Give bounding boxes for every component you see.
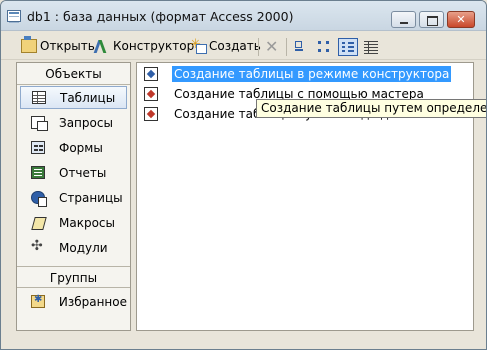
sidebar-item-label: Таблицы <box>60 90 116 105</box>
sidebar-item-queries[interactable]: Запросы <box>20 111 127 134</box>
sidebar-item-reports[interactable]: Отчеты <box>20 161 127 184</box>
list-view-icon[interactable] <box>338 38 358 56</box>
macro-icon <box>31 216 45 229</box>
objects-bar: Объекты Таблицы Запросы Формы Отчеты Стр… <box>16 62 131 331</box>
table-icon <box>32 91 46 104</box>
groups-group-header[interactable]: Группы <box>17 266 130 288</box>
wizard-icon <box>144 87 158 101</box>
sidebar-item-label: Формы <box>59 140 103 155</box>
window-title: db1 : база данных (формат Access 2000) <box>27 9 294 24</box>
open-icon <box>21 36 37 53</box>
small-icons-view-icon[interactable] <box>317 39 333 55</box>
module-icon <box>31 238 45 254</box>
details-view-icon[interactable] <box>363 39 379 55</box>
list-item[interactable]: Создание таблицы в режиме конструктора <box>144 65 452 83</box>
design-button[interactable]: Конструктор <box>94 37 194 55</box>
sidebar-item-label: Отчеты <box>59 165 107 180</box>
open-label: Открыть <box>40 39 95 53</box>
query-icon <box>31 116 48 131</box>
toolbar: Открыть Конструктор Создать <box>1 32 486 60</box>
database-window: db1 : база данных (формат Access 2000) О… <box>0 0 487 350</box>
favorites-icon <box>31 294 45 308</box>
sidebar-item-pages[interactable]: Страницы <box>20 186 127 209</box>
toolbar-separator <box>258 38 259 56</box>
sidebar-item-macros[interactable]: Макросы <box>20 211 127 234</box>
sidebar-item-forms[interactable]: Формы <box>20 136 127 159</box>
open-button[interactable]: Открыть <box>21 36 95 55</box>
delete-icon[interactable] <box>264 37 280 56</box>
new-icon <box>190 37 207 54</box>
design-label: Конструктор <box>113 39 195 53</box>
large-icons-view-icon[interactable] <box>293 39 309 55</box>
sidebar-item-label: Макросы <box>59 215 115 230</box>
sidebar-item-label: Запросы <box>59 115 113 130</box>
design-icon <box>94 39 110 53</box>
close-button[interactable] <box>447 11 475 28</box>
maximize-button[interactable] <box>419 11 444 28</box>
list-item-label: Создание таблицы в режиме конструктора <box>172 66 452 82</box>
sidebar-item-label: Страницы <box>59 190 123 205</box>
form-icon <box>31 141 45 154</box>
design-table-icon <box>144 67 158 81</box>
new-button[interactable]: Создать <box>190 37 261 55</box>
sidebar-item-label: Модули <box>59 240 108 255</box>
objects-group-header[interactable]: Объекты <box>17 63 130 85</box>
sidebar-item-modules[interactable]: Модули <box>20 236 127 259</box>
database-icon <box>7 10 21 23</box>
tooltip: Создание таблицы путем определения имен <box>256 99 486 118</box>
sidebar-item-tables[interactable]: Таблицы <box>20 86 127 109</box>
sidebar-item-label: Избранное <box>58 294 127 309</box>
sidebar-item-favorites[interactable]: Избранное <box>20 290 127 313</box>
page-icon <box>31 191 47 207</box>
entry-icon <box>144 107 158 121</box>
minimize-button[interactable] <box>391 11 416 28</box>
report-icon <box>31 166 45 179</box>
toolbar-separator <box>286 38 287 56</box>
title-bar[interactable]: db1 : база данных (формат Access 2000) <box>1 1 486 31</box>
new-label: Создать <box>209 39 261 53</box>
